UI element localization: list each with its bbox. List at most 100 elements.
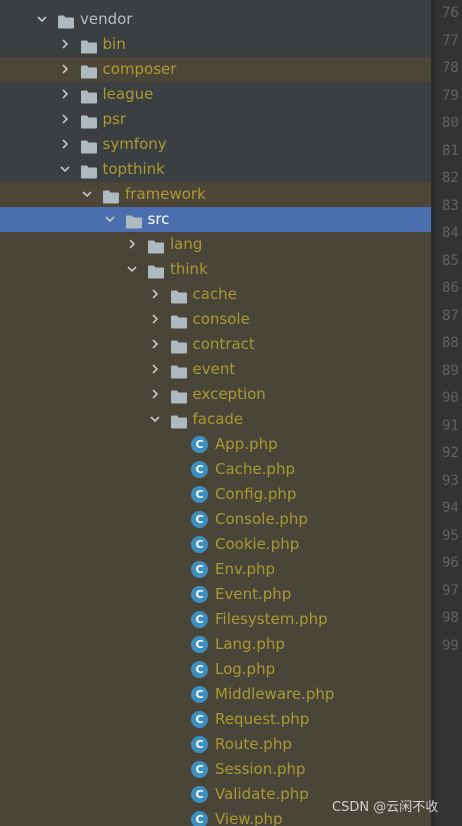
chevron-right-icon[interactable]	[59, 32, 73, 57]
chevron-right-icon[interactable]	[59, 82, 73, 107]
tree-item-label: Filesystem.php	[215, 610, 328, 628]
line-number: 97	[442, 582, 459, 599]
tree-item-label: View.php	[215, 810, 283, 826]
tree-folder-item[interactable]: symfony	[0, 132, 434, 157]
tree-file-item[interactable]: C Console.php	[0, 507, 434, 532]
chevron-down-icon[interactable]	[126, 257, 140, 282]
tree-item-label: Route.php	[215, 735, 292, 753]
line-number: 77	[442, 32, 459, 49]
line-number: 80	[442, 115, 459, 131]
tree-folder-item[interactable]: composer	[0, 57, 434, 82]
tree-item-label: Middleware.php	[215, 685, 335, 703]
line-number: 99	[442, 637, 459, 654]
tree-file-item[interactable]: C Request.php	[0, 707, 434, 732]
folder-icon	[80, 37, 97, 54]
line-number: 92	[442, 445, 459, 461]
chevron-down-icon[interactable]	[149, 407, 163, 432]
tree-file-item[interactable]: C Session.php	[0, 757, 434, 782]
line-number: 85	[442, 252, 459, 269]
tree-item-label: lang	[170, 235, 203, 253]
tree-item-label: composer	[102, 60, 177, 78]
tree-item-label: psr	[102, 110, 127, 128]
tree-folder-item[interactable]: cache	[0, 282, 434, 307]
line-number-gutter: 76 77 78 79 80 81 82 83 84 85 86 87 88 89 90 91 92 93 94 95…	[435, 0, 462, 826]
tree-item-label: Cookie.php	[215, 535, 300, 553]
folder-icon	[80, 112, 97, 129]
php-class-icon: C	[191, 711, 208, 728]
tree-item-label: Log.php	[215, 660, 276, 678]
chevron-right-icon[interactable]	[149, 282, 163, 307]
folder-icon	[80, 137, 97, 154]
line-number: 81	[442, 142, 459, 159]
tree-file-item[interactable]: C Middleware.php	[0, 682, 434, 707]
chevron-right-icon[interactable]	[149, 307, 163, 332]
tree-folder-item[interactable]: framework	[0, 182, 434, 207]
tree-folder-item[interactable]: league	[0, 82, 434, 107]
tree-file-item[interactable]: C Env.php	[0, 557, 434, 582]
line-number: 91	[442, 417, 459, 434]
chevron-right-icon[interactable]	[59, 107, 73, 132]
chevron-right-icon[interactable]	[59, 57, 73, 82]
chevron-down-icon[interactable]	[36, 7, 50, 32]
tree-file-item[interactable]: C Event.php	[0, 582, 434, 607]
line-number: 98	[442, 610, 459, 626]
chevron-right-icon[interactable]	[149, 382, 163, 407]
folder-icon	[170, 412, 187, 429]
tree-item-label: event	[192, 360, 236, 378]
folder-icon	[80, 87, 97, 104]
tree-folder-item[interactable]: bin	[0, 32, 434, 57]
line-number: 82	[442, 170, 459, 186]
tree-folder-item[interactable]: vendor	[0, 7, 434, 32]
php-class-icon: C	[191, 511, 208, 528]
php-class-icon: C	[191, 761, 208, 778]
tree-folder-item[interactable]: event	[0, 357, 434, 382]
tree-file-item[interactable]: C App.php	[0, 432, 434, 457]
folder-icon	[103, 187, 119, 204]
tree-folder-item[interactable]: src	[0, 207, 434, 232]
tree-folder-item[interactable]: psr	[0, 107, 434, 132]
tree-item-label: src	[147, 210, 170, 228]
tree-folder-item[interactable]: facade	[0, 407, 434, 432]
line-number: 79	[442, 87, 459, 104]
php-class-icon: C	[191, 636, 208, 653]
tree-folder-item[interactable]: console	[0, 307, 434, 332]
chevron-down-icon[interactable]	[104, 207, 118, 232]
tree-item-label: symfony	[102, 135, 167, 153]
line-number: 78	[442, 60, 459, 76]
tree-item-label: Env.php	[215, 560, 276, 578]
tree-file-item[interactable]: C Config.php	[0, 482, 434, 507]
tree-item-label: Validate.php	[215, 785, 309, 803]
tree-item-label: Session.php	[215, 760, 306, 778]
project-tree: vendor bin composer league psr symfony topthin…	[0, 0, 434, 826]
php-class-icon: C	[191, 586, 208, 603]
chevron-right-icon[interactable]	[126, 232, 140, 257]
tree-folder-item[interactable]: lang	[0, 232, 434, 257]
line-number: 87	[442, 307, 459, 324]
line-number: 84	[442, 225, 459, 241]
php-class-icon: C	[191, 786, 208, 803]
chevron-right-icon[interactable]	[149, 357, 163, 382]
tree-folder-item[interactable]: think	[0, 257, 434, 282]
chevron-right-icon[interactable]	[149, 332, 163, 357]
tree-item-label: topthink	[102, 160, 165, 178]
tree-file-item[interactable]: C Cookie.php	[0, 532, 434, 557]
tree-file-item[interactable]: C Lang.php	[0, 632, 434, 657]
folder-icon	[148, 262, 164, 279]
tree-folder-item[interactable]: contract	[0, 332, 434, 357]
chevron-right-icon[interactable]	[59, 132, 73, 157]
tree-file-item[interactable]: C Route.php	[0, 732, 434, 757]
tree-file-item[interactable]: C Log.php	[0, 657, 434, 682]
tree-file-item[interactable]: C Filesystem.php	[0, 607, 434, 632]
chevron-down-icon[interactable]	[59, 157, 73, 182]
tree-item-label: exception	[192, 385, 266, 403]
folder-icon	[58, 12, 74, 29]
chevron-down-icon[interactable]	[81, 182, 95, 207]
tree-item-label: facade	[192, 410, 244, 428]
tree-folder-item[interactable]: topthink	[0, 157, 434, 182]
tree-file-item[interactable]: C Cache.php	[0, 457, 434, 482]
folder-icon	[148, 237, 164, 254]
tree-item-label: cache	[192, 285, 237, 303]
tree-folder-item[interactable]: exception	[0, 382, 434, 407]
php-class-icon: C	[191, 486, 208, 503]
tree-item-label: Cache.php	[215, 460, 295, 478]
